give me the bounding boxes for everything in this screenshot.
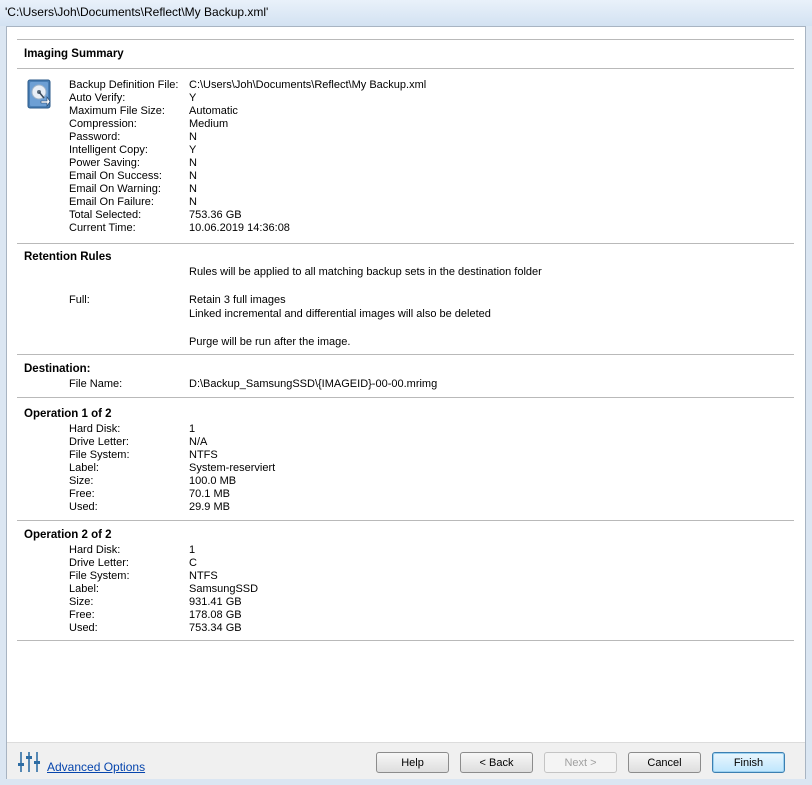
- section-imaging-summary: Imaging Summary: [24, 48, 124, 60]
- wizard-footer: Advanced Options Help < Back Next > Canc…: [7, 742, 805, 779]
- section-operation-1: Operation 1 of 2: [24, 408, 112, 420]
- hard-disk-backup-icon: [27, 79, 51, 109]
- row-value: 178.08 GB: [189, 609, 242, 621]
- retention-full-line1: Retain 3 full images: [189, 294, 286, 306]
- destination-file-label: File Name:: [69, 378, 123, 390]
- section-retention-rules: Retention Rules: [24, 251, 112, 263]
- title-bar: 'C:\Users\Joh\Documents\Reflect\My Backu…: [0, 0, 812, 26]
- retention-intro: Rules will be applied to all matching ba…: [189, 266, 542, 278]
- retention-full-line2: Linked incremental and differential imag…: [189, 308, 491, 320]
- row-label: Size:: [69, 475, 94, 487]
- help-button[interactable]: Help: [376, 752, 449, 773]
- row-value: 10.06.2019 14:36:08: [189, 222, 290, 234]
- row-value: N: [189, 196, 197, 208]
- finish-button[interactable]: Finish: [712, 752, 785, 773]
- row-label: Label:: [69, 462, 99, 474]
- divider: [17, 640, 794, 641]
- row-value: 753.34 GB: [189, 622, 242, 634]
- row-value: 100.0 MB: [189, 475, 237, 487]
- row-value: 931.41 GB: [189, 596, 242, 608]
- row-label: File System:: [69, 449, 130, 461]
- row-value: 29.9 MB: [189, 501, 230, 513]
- row-label: Free:: [69, 609, 95, 621]
- row-value: Y: [189, 144, 197, 156]
- retention-full-label: Full:: [69, 294, 90, 306]
- row-value: Automatic: [189, 105, 238, 117]
- row-label: Compression:: [69, 118, 137, 130]
- row-label: Email On Warning:: [69, 183, 161, 195]
- section-operation-2: Operation 2 of 2: [24, 529, 112, 541]
- row-value: 1: [189, 423, 196, 435]
- row-value: N: [189, 170, 197, 182]
- row-label: Hard Disk:: [69, 423, 121, 435]
- row-label: Current Time:: [69, 222, 136, 234]
- row-value: 1: [189, 544, 196, 556]
- row-label: Auto Verify:: [69, 92, 126, 104]
- row-value: SamsungSSD: [189, 583, 259, 595]
- row-label: Email On Failure:: [69, 196, 154, 208]
- row-label: Backup Definition File:: [69, 79, 179, 91]
- row-label: Maximum File Size:: [69, 105, 165, 117]
- row-value: C:\Users\Joh\Documents\Reflect\My Backup…: [189, 79, 427, 91]
- row-label: Used:: [69, 622, 98, 634]
- advanced-options-link[interactable]: Advanced Options: [47, 760, 145, 774]
- row-value: N: [189, 131, 197, 143]
- divider: [17, 520, 794, 521]
- section-destination: Destination:: [24, 363, 91, 375]
- row-label: Free:: [69, 488, 95, 500]
- row-label: Intelligent Copy:: [69, 144, 148, 156]
- row-value: NTFS: [189, 449, 218, 461]
- row-value: System-reserviert: [189, 462, 276, 474]
- summary-panel: Imaging Summary Backup Definition File: C…: [7, 27, 805, 742]
- back-button[interactable]: < Back: [460, 752, 533, 773]
- divider: [17, 354, 794, 355]
- wizard-window: Imaging Summary Backup Definition File: C…: [6, 26, 806, 779]
- row-value: N: [189, 157, 197, 169]
- row-label: Used:: [69, 501, 98, 513]
- row-label: Total Selected:: [69, 209, 142, 221]
- row-value: N: [189, 183, 197, 195]
- row-value: 753.36 GB: [189, 209, 242, 221]
- divider: [17, 397, 794, 398]
- row-label: Hard Disk:: [69, 544, 121, 556]
- row-label: Size:: [69, 596, 94, 608]
- row-label: Power Saving:: [69, 157, 140, 169]
- row-label: Password:: [69, 131, 121, 143]
- row-label: Drive Letter:: [69, 436, 129, 448]
- retention-purge: Purge will be run after the image.: [189, 336, 351, 348]
- window-title: 'C:\Users\Joh\Documents\Reflect\My Backu…: [5, 5, 269, 19]
- divider: [17, 243, 794, 244]
- row-value: NTFS: [189, 570, 218, 582]
- row-label: Email On Success:: [69, 170, 162, 182]
- row-label: File System:: [69, 570, 130, 582]
- row-label: Drive Letter:: [69, 557, 129, 569]
- cancel-button[interactable]: Cancel: [628, 752, 701, 773]
- row-label: Label:: [69, 583, 99, 595]
- divider: [17, 68, 794, 69]
- next-button[interactable]: Next >: [544, 752, 617, 773]
- destination-file-value: D:\Backup_SamsungSSD\{IMAGEID}-00-00.mri…: [189, 378, 438, 390]
- sliders-icon[interactable]: [17, 751, 41, 773]
- row-value: 70.1 MB: [189, 488, 230, 500]
- row-value: N/A: [189, 436, 208, 448]
- row-value: Y: [189, 92, 197, 104]
- row-value: C: [189, 557, 197, 569]
- divider: [17, 39, 794, 40]
- row-value: Medium: [189, 118, 229, 130]
